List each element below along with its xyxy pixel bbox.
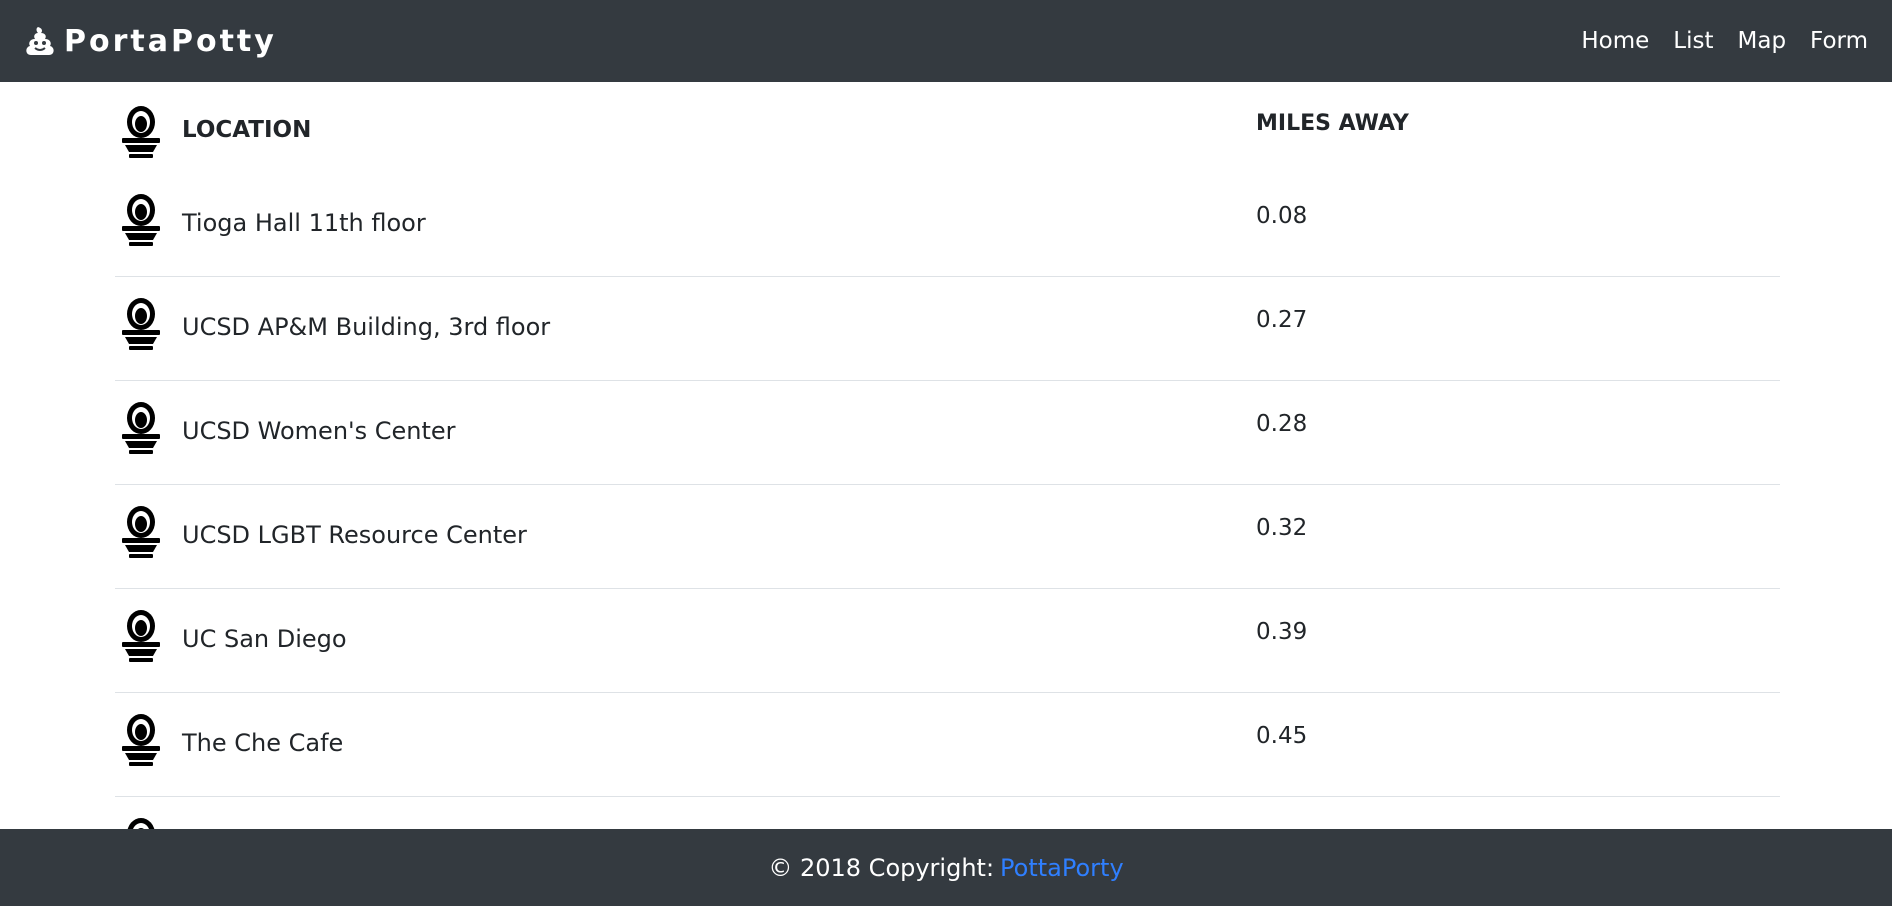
location-name: Tioga Hall 11th floor (182, 209, 426, 237)
poop-icon (24, 25, 56, 57)
toilet-icon (122, 193, 160, 249)
table-row[interactable]: UCSD AP&M Building, 3rd floor 0.27 (115, 277, 1780, 381)
table-row[interactable]: Tioga Hall 11th floor 0.08 (115, 173, 1780, 277)
top-navbar: PortaPotty Home List Map Form (0, 0, 1892, 82)
location-name: UCSD Women's Center (182, 417, 456, 445)
location-column-header: LOCATION (182, 117, 312, 143)
nav-map-link[interactable]: Map (1738, 28, 1787, 54)
brand-link[interactable]: PortaPotty (24, 24, 277, 59)
location-name: UC San Diego (182, 625, 347, 653)
toilet-icon (122, 297, 160, 353)
table-header-row: LOCATION MILES AWAY (115, 82, 1780, 173)
location-name: The Che Cafe (182, 729, 344, 757)
miles-value: 0.45 (1256, 723, 1308, 749)
location-name: UCSD AP&M Building, 3rd floor (182, 313, 551, 341)
brand-name: PortaPotty (64, 23, 277, 59)
miles-value: 0.27 (1256, 307, 1308, 333)
toilet-icon (122, 817, 160, 829)
nav-home-link[interactable]: Home (1581, 28, 1649, 54)
nav-links: Home List Map Form (1557, 28, 1868, 54)
table-row-partial[interactable] (115, 797, 1780, 829)
table-row[interactable]: UCSD LGBT Resource Center 0.32 (115, 485, 1780, 589)
copyright-text: © 2018 Copyright: (768, 853, 995, 882)
footer: © 2018 Copyright: PottaPorty (0, 829, 1892, 906)
table-row[interactable]: The Che Cafe 0.45 (115, 693, 1780, 797)
miles-value: 0.28 (1256, 411, 1308, 437)
toilet-icon (122, 401, 160, 457)
nav-list-link[interactable]: List (1673, 28, 1713, 54)
locations-table: LOCATION MILES AWAY Tioga Hall 11th floo… (115, 82, 1780, 829)
footer-brand-link[interactable]: PottaPorty (1000, 854, 1124, 882)
miles-column-header: MILES AWAY (1256, 111, 1409, 136)
main-content: LOCATION MILES AWAY Tioga Hall 11th floo… (0, 82, 1892, 829)
toilet-icon (122, 105, 160, 161)
miles-value: 0.08 (1256, 203, 1308, 229)
toilet-icon (122, 505, 160, 561)
toilet-icon (122, 609, 160, 665)
table-row[interactable]: UC San Diego 0.39 (115, 589, 1780, 693)
miles-value: 0.39 (1256, 619, 1308, 645)
table-row[interactable]: UCSD Women's Center 0.28 (115, 381, 1780, 485)
nav-form-link[interactable]: Form (1810, 28, 1868, 54)
toilet-icon (122, 713, 160, 769)
location-name: UCSD LGBT Resource Center (182, 521, 527, 549)
miles-value: 0.32 (1256, 515, 1308, 541)
